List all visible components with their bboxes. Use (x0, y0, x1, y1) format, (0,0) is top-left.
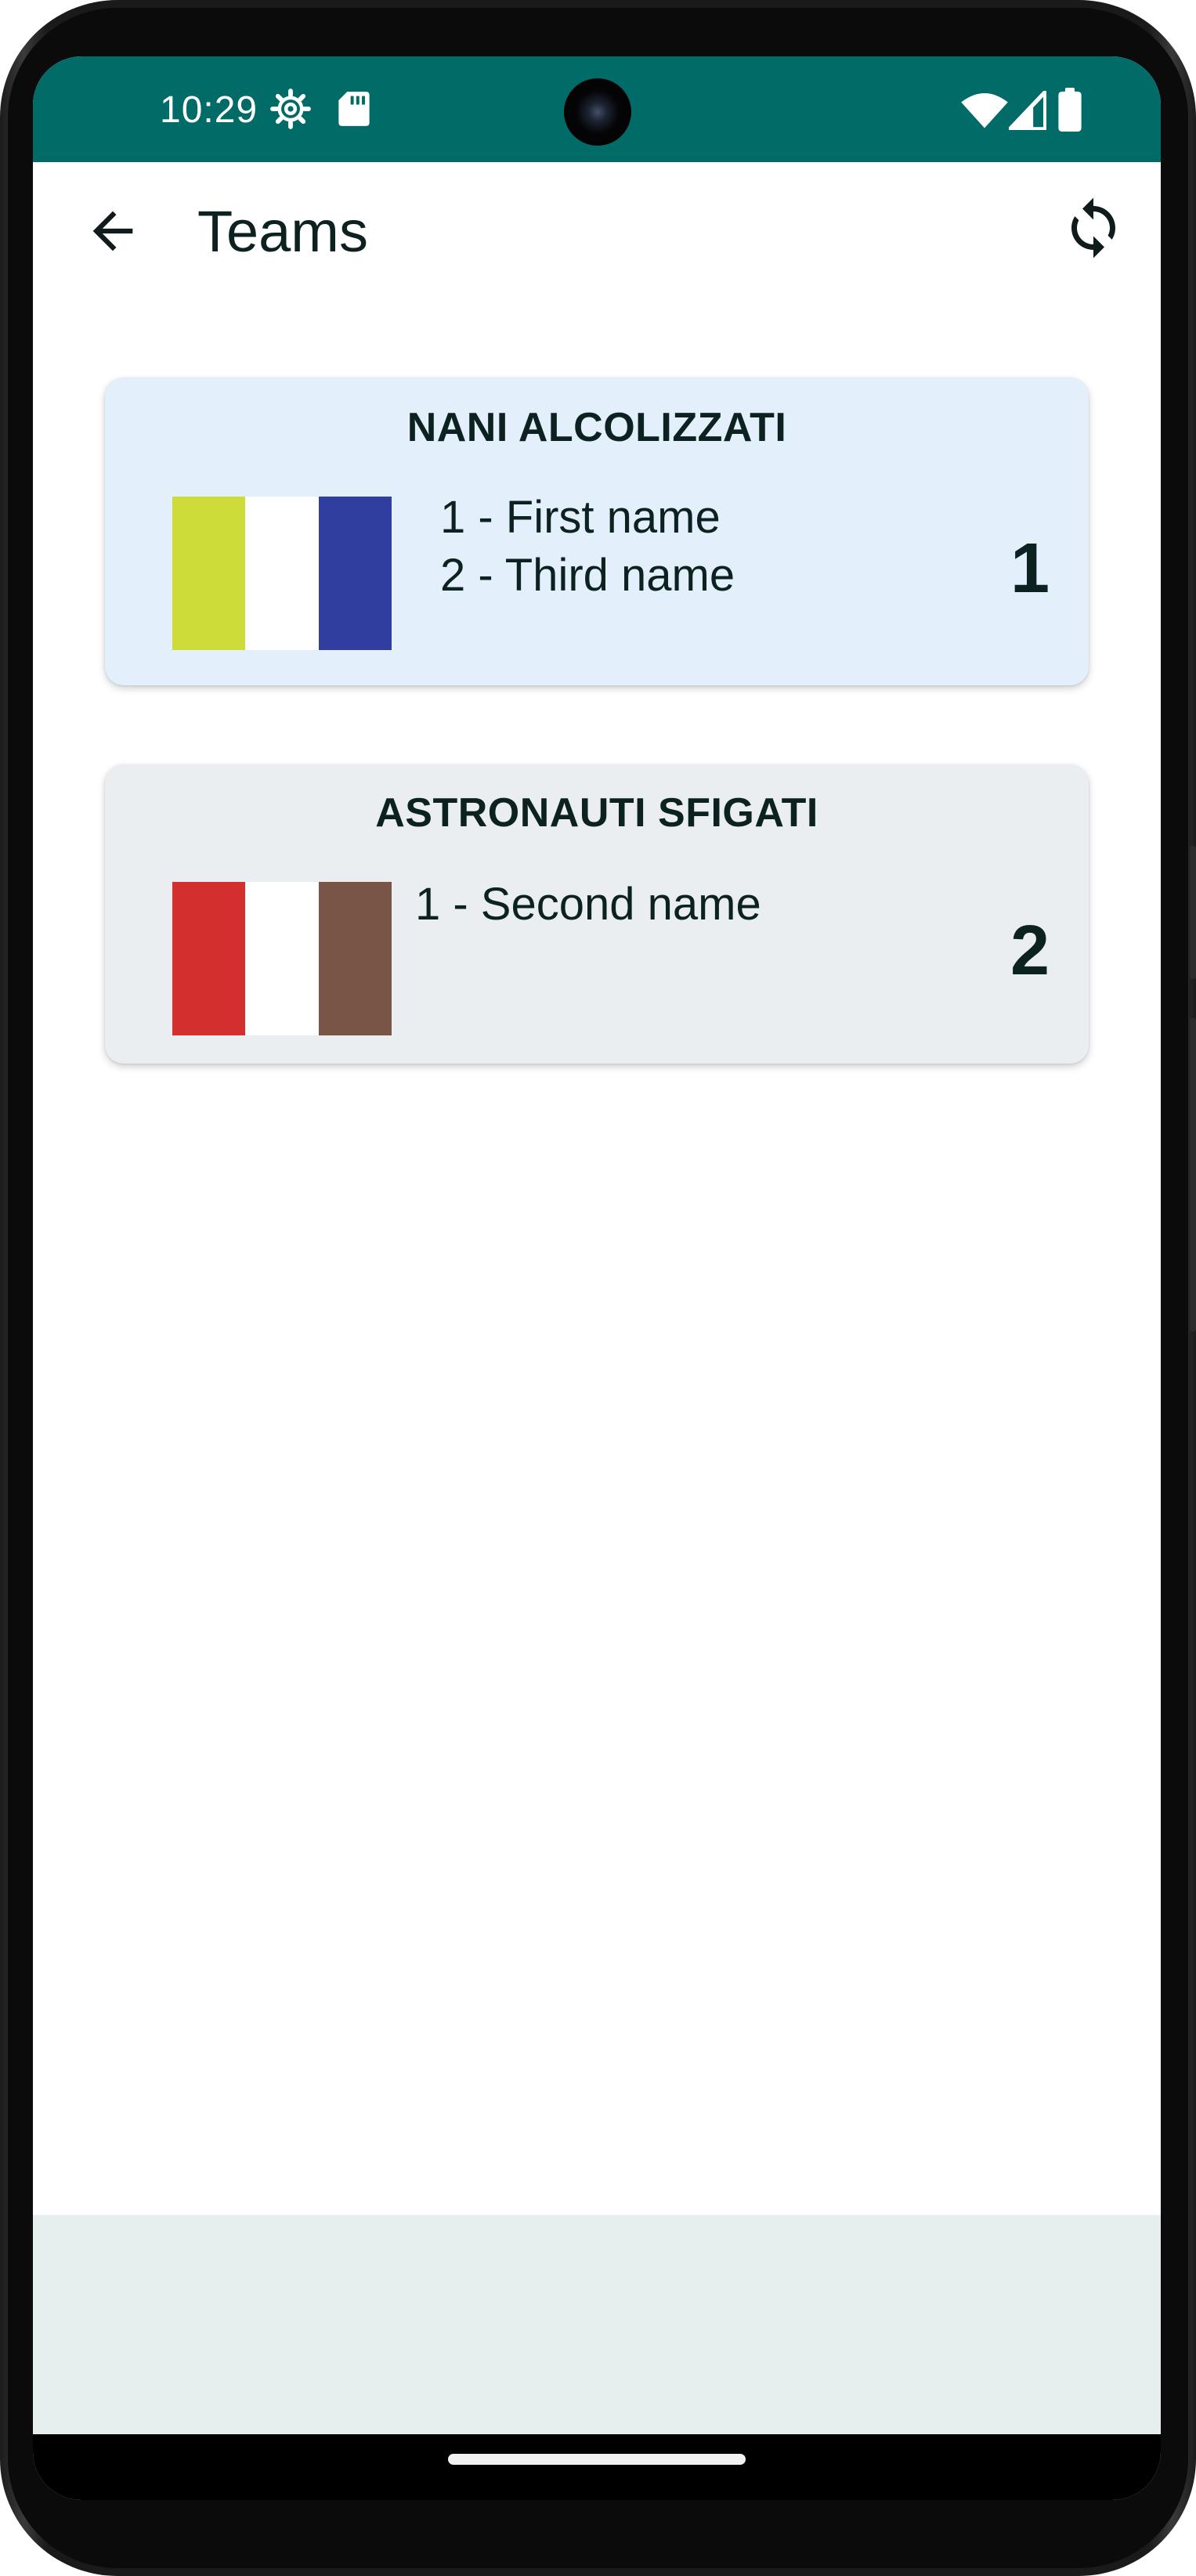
flag-stripe-middle (245, 882, 319, 1035)
member-item: 1 - Second name (415, 879, 761, 930)
flag-stripe-middle (245, 497, 319, 650)
team-card[interactable]: ASTRONAUTI SFIGATI 1 - Second name 2 (105, 764, 1089, 1064)
cell-signal-icon (1009, 91, 1046, 130)
sd-card-icon (338, 92, 370, 126)
team-name: NANI ALCOLIZZATI (406, 405, 787, 450)
member-list: 1 - Second name (415, 876, 761, 934)
status-time: 10:29 (160, 89, 258, 131)
sync-icon[interactable] (1061, 195, 1126, 261)
team-name: ASTRONAUTI SFIGATI (375, 790, 818, 836)
device-frame: 10:29 Teams NANI ALCOLIZZATI 1 - First n… (0, 0, 1196, 2576)
app-bar: Teams (33, 162, 1161, 299)
team-flag (172, 497, 392, 650)
power-button (1190, 1018, 1196, 1331)
team-rank: 1 (1010, 529, 1050, 608)
flag-stripe-left (172, 497, 246, 650)
flag-stripe-left (172, 882, 246, 1035)
bottom-panel (33, 2215, 1161, 2434)
flag-stripe-right (318, 882, 392, 1035)
page-title: Teams (197, 199, 368, 264)
arrow-left-icon[interactable] (83, 201, 143, 261)
gesture-handle[interactable] (448, 2454, 746, 2465)
status-bar: 10:29 (33, 56, 1161, 162)
team-flag (172, 882, 392, 1035)
member-item: 2 - Third name (440, 550, 735, 601)
settings-gear-icon (270, 89, 311, 129)
team-card[interactable]: NANI ALCOLIZZATI 1 - First name 2 - Thir… (105, 378, 1089, 685)
screen: 10:29 Teams NANI ALCOLIZZATI 1 - First n… (33, 56, 1161, 2500)
member-item: 1 - First name (440, 492, 721, 543)
volume-button (1190, 846, 1196, 979)
member-list: 1 - First name 2 - Third name (440, 489, 735, 605)
battery-icon (1058, 88, 1082, 132)
wifi-icon (961, 92, 1008, 128)
team-rank: 2 (1010, 912, 1050, 990)
front-camera (564, 78, 631, 146)
navigation-bar (33, 2434, 1161, 2500)
flag-stripe-right (318, 497, 392, 650)
